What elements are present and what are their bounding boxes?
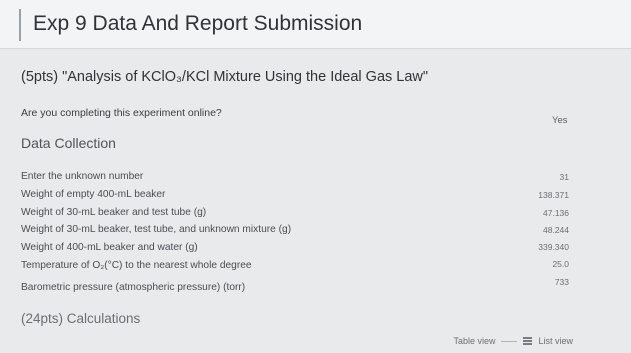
data-collection-heading: Data Collection [21,135,116,151]
calculations-heading: (24pts) Calculations [21,311,141,326]
row-label-barometric-pressure: Barometric pressure (atmospheric pressur… [21,282,246,293]
table-view-button[interactable]: Table view [453,336,495,346]
online-question-answer: Yes [552,115,568,126]
row-value-temperature: 25.0 [552,259,569,269]
list-view-button[interactable]: List view [538,336,573,346]
row-label-beaker-tube-mixture: Weight of 30-mL beaker, test tube, and u… [21,224,292,235]
row-value-unknown-number: 31 [559,172,569,182]
view-toggle-divider [501,340,518,342]
view-toggle: Table view List view [453,336,573,346]
row-label-unknown-number: Enter the unknown number [21,171,144,182]
row-value-empty-beaker: 138.371 [538,190,569,200]
row-value-beaker-tube-mixture: 48.244 [543,225,569,235]
row-label-empty-beaker: Weight of empty 400-mL beaker [21,189,166,200]
row-value-beaker-water: 339.340 [538,242,569,252]
row-value-barometric-pressure: 733 [554,277,569,287]
header-bar: Exp 9 Data And Report Submission [0,0,631,49]
title-accent-bar [19,9,21,41]
row-label-temperature: Temperature of O₂(°C) to the nearest who… [21,260,252,271]
page-title: Exp 9 Data And Report Submission [33,12,363,35]
row-label-beaker-water: Weight of 400-mL beaker and water (g) [21,242,198,253]
experiment-section-heading: (5pts) "Analysis of KClO₃/KCl Mixture Us… [21,69,429,85]
list-icon [523,337,533,345]
online-question-label: Are you completing this experiment onlin… [21,107,222,119]
row-value-beaker-test-tube: 47.136 [543,208,569,218]
row-label-beaker-test-tube: Weight of 30-mL beaker and test tube (g) [21,207,207,218]
